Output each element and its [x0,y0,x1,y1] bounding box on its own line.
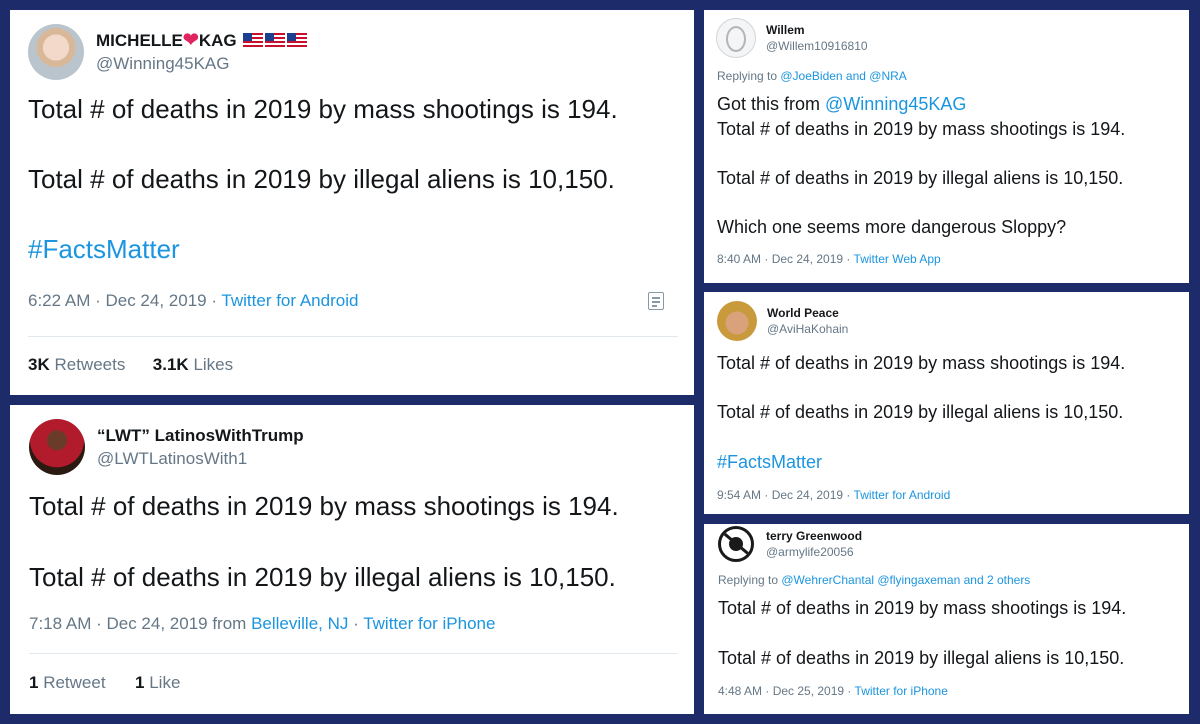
us-flag-icon [243,33,264,47]
source-link[interactable]: Twitter for Android [221,291,358,310]
location-link[interactable]: Belleville, NJ [251,614,348,633]
divider [28,336,678,337]
tweet-text-line: Total # of deaths in 2019 by mass shooti… [717,353,1126,373]
mention-link[interactable]: @Winning45KAG [825,94,966,114]
retweets-stat[interactable]: 3K Retweets [28,355,125,374]
retweets-stat[interactable]: 1 Retweet [29,673,106,692]
tweet-timestamp: 6:22 AM · Dec 24, 2019 · Twitter for And… [28,291,358,311]
handle[interactable]: @armylife20056 [766,544,862,560]
source-link[interactable]: Twitter for iPhone [855,684,948,698]
display-name[interactable]: World Peace [767,305,848,321]
source-link[interactable]: Twitter Web App [854,252,941,266]
avatar[interactable] [717,301,757,341]
display-name[interactable]: Willem [766,22,868,38]
hashtag-link[interactable]: #FactsMatter [717,452,822,473]
source-link[interactable]: Twitter for iPhone [363,614,495,633]
handle[interactable]: @LWTLatinosWith1 [97,448,304,470]
engagement-stats: 3K Retweets 3.1K Likes [28,355,233,375]
display-name[interactable]: terry Greenwood [766,528,862,544]
tweet-card-lwt: “LWT” LatinosWithTrump @LWTLatinosWith1 … [10,405,694,714]
tweet-timestamp: 8:40 AM · Dec 24, 2019 · Twitter Web App [717,252,941,266]
tweet-text-line: Total # of deaths in 2019 by mass shooti… [29,491,619,521]
tweet-card-willem: Willem @Willem10916810 Replying to @JoeB… [704,10,1189,283]
tweet-text-line: Total # of deaths in 2019 by illegal ali… [717,402,1124,422]
tweet-text-line: Total # of deaths in 2019 by illegal ali… [28,164,615,194]
timestamp-text[interactable]: 6:22 AM · Dec 24, 2019 · [28,291,221,310]
analytics-icon[interactable] [648,292,664,310]
reply-mentions-link[interactable]: @WehrerChantal @flyingaxeman and 2 other… [781,573,1030,587]
handle[interactable]: @AviHaKohain [767,321,848,337]
engagement-stats: 1 Retweet 1 Like [29,673,180,693]
display-name[interactable]: “LWT” LatinosWithTrump [97,424,304,448]
us-flag-icon [265,33,286,47]
divider [29,653,677,654]
tweet-text-line: Total # of deaths in 2019 by illegal ali… [29,562,616,592]
tweet-card-terry: terry Greenwood @armylife20056 Replying … [704,524,1189,714]
timestamp-text[interactable]: 9:54 AM · Dec 24, 2019 · [717,488,854,502]
tweet-text-line: Total # of deaths in 2019 by mass shooti… [28,94,618,124]
display-name[interactable]: MICHELLE❤KAG [96,29,308,53]
reply-mentions-link[interactable]: @JoeBiden and @NRA [780,69,906,83]
likes-stat[interactable]: 1 Like [135,673,180,692]
tweet-text-line: Total # of deaths in 2019 by mass shooti… [717,119,1126,139]
timestamp-text[interactable]: 7:18 AM · Dec 24, 2019 from [29,614,251,633]
avatar[interactable] [28,24,84,80]
tweet-timestamp: 9:54 AM · Dec 24, 2019 · Twitter for And… [717,488,950,502]
timestamp-text[interactable]: 4:48 AM · Dec 25, 2019 · [718,684,855,698]
tweet-timestamp: 4:48 AM · Dec 25, 2019 · Twitter for iPh… [718,684,948,698]
tweet-text-line: Total # of deaths in 2019 by illegal ali… [718,648,1125,668]
tweet-text-line: Total # of deaths in 2019 by mass shooti… [718,598,1127,618]
tweet-card-world-peace: World Peace @AviHaKohain Total # of deat… [704,292,1189,514]
handle[interactable]: @Willem10916810 [766,38,868,54]
hashtag-link[interactable]: #FactsMatter [28,234,180,265]
replying-to: Replying to @JoeBiden and @NRA [717,69,907,83]
tweet-timestamp: 7:18 AM · Dec 24, 2019 from Belleville, … [29,614,496,633]
handle[interactable]: @Winning45KAG [96,53,307,75]
source-link[interactable]: Twitter for Android [854,488,951,502]
tweet-card-michelle: MICHELLE❤KAG @Winning45KAG Total # of de… [10,10,694,395]
tweet-text-line: Total # of deaths in 2019 by illegal ali… [717,168,1124,188]
us-flag-icon [287,33,308,47]
avatar[interactable] [716,18,756,58]
replying-to: Replying to @WehrerChantal @flyingaxeman… [718,573,1031,587]
tweet-text-line: Got this from @Winning45KAG [717,94,967,114]
heart-icon: ❤ [182,30,199,51]
timestamp-text[interactable]: 8:40 AM · Dec 24, 2019 · [717,252,854,266]
avatar[interactable] [718,526,754,562]
likes-stat[interactable]: 3.1K Likes [153,355,233,374]
tweet-text-line: Which one seems more dangerous Sloppy? [717,217,1067,237]
avatar[interactable] [29,419,85,475]
